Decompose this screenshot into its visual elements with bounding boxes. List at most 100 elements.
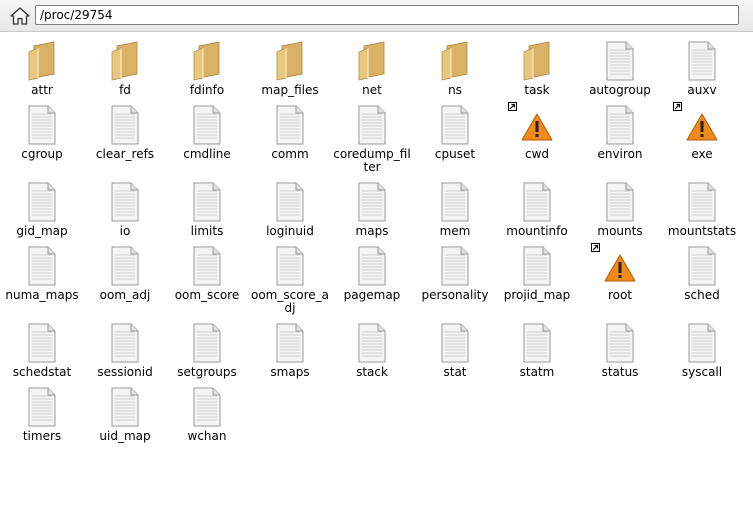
file-name-label: status xyxy=(601,365,639,379)
file-item-exe[interactable]: exe xyxy=(661,96,743,166)
location-path-input[interactable] xyxy=(35,5,739,25)
file-icon xyxy=(274,104,306,146)
file-item-schedstat[interactable]: schedstat xyxy=(1,314,83,384)
file-name-label: pagemap xyxy=(343,288,401,302)
file-item-io[interactable]: io xyxy=(84,173,166,243)
file-item-statm[interactable]: statm xyxy=(496,314,578,384)
folder-item-task[interactable]: task xyxy=(496,32,578,102)
file-item-root[interactable]: root xyxy=(579,237,661,307)
file-icon xyxy=(686,181,718,223)
folder-icon xyxy=(439,40,471,82)
file-item-cwd[interactable]: cwd xyxy=(496,96,578,166)
file-item-numa-maps[interactable]: numa_maps xyxy=(1,237,83,307)
file-name-label: oom_adj xyxy=(99,288,151,302)
file-item-limits[interactable]: limits xyxy=(166,173,248,243)
file-icon xyxy=(356,181,388,223)
file-icon xyxy=(274,181,306,223)
file-item-personality[interactable]: personality xyxy=(414,237,496,307)
file-item-sessionid[interactable]: sessionid xyxy=(84,314,166,384)
file-name-label: sched xyxy=(684,288,720,302)
warning-icon xyxy=(604,245,636,287)
file-icon xyxy=(191,104,223,146)
folder-item-attr[interactable]: attr xyxy=(1,32,83,102)
file-name-label: cmdline xyxy=(183,147,231,161)
file-item-comm[interactable]: comm xyxy=(249,96,331,166)
file-name-label: exe xyxy=(691,147,713,161)
file-name-label: statm xyxy=(519,365,555,379)
file-item-status[interactable]: status xyxy=(579,314,661,384)
file-item-syscall[interactable]: syscall xyxy=(661,314,743,384)
file-icon xyxy=(604,104,636,146)
file-item-sched[interactable]: sched xyxy=(661,237,743,307)
file-icon xyxy=(191,181,223,223)
folder-icon xyxy=(521,40,553,82)
file-name-label: personality xyxy=(421,288,489,302)
file-item-timers[interactable]: timers xyxy=(1,378,83,448)
location-toolbar xyxy=(0,0,753,32)
file-item-wchan[interactable]: wchan xyxy=(166,378,248,448)
file-icon xyxy=(274,322,306,364)
file-item-smaps[interactable]: smaps xyxy=(249,314,331,384)
file-icon xyxy=(191,245,223,287)
file-icon xyxy=(686,40,718,82)
symlink-arrow-icon xyxy=(508,100,517,111)
file-item-oom-score[interactable]: oom_score xyxy=(166,237,248,307)
file-item-autogroup[interactable]: autogroup xyxy=(579,32,661,102)
file-icon xyxy=(604,181,636,223)
file-name-label: syscall xyxy=(681,365,723,379)
file-item-mem[interactable]: mem xyxy=(414,173,496,243)
file-item-environ[interactable]: environ xyxy=(579,96,661,166)
file-name-label: cpuset xyxy=(434,147,476,161)
file-icon xyxy=(439,322,471,364)
file-icon xyxy=(521,245,553,287)
file-name-label: stat xyxy=(443,365,467,379)
file-name-label: comm xyxy=(271,147,309,161)
file-item-mountstats[interactable]: mountstats xyxy=(661,173,743,243)
file-name-label: stack xyxy=(356,365,388,379)
file-item-auxv[interactable]: auxv xyxy=(661,32,743,102)
folder-item-net[interactable]: net xyxy=(331,32,413,102)
home-icon xyxy=(10,7,30,25)
file-item-stat[interactable]: stat xyxy=(414,314,496,384)
file-item-cmdline[interactable]: cmdline xyxy=(166,96,248,166)
file-icon xyxy=(109,245,141,287)
file-item-setgroups[interactable]: setgroups xyxy=(166,314,248,384)
file-item-cgroup[interactable]: cgroup xyxy=(1,96,83,166)
file-item-cpuset[interactable]: cpuset xyxy=(414,96,496,166)
file-name-label: numa_maps xyxy=(5,288,79,302)
file-icon xyxy=(26,322,58,364)
file-icon xyxy=(191,386,223,428)
file-item-uid-map[interactable]: uid_map xyxy=(84,378,166,448)
folder-item-fd[interactable]: fd xyxy=(84,32,166,102)
folder-icon xyxy=(274,40,306,82)
file-name-label: wchan xyxy=(187,429,227,443)
file-item-loginuid[interactable]: loginuid xyxy=(249,173,331,243)
file-item-pagemap[interactable]: pagemap xyxy=(331,237,413,307)
home-button[interactable] xyxy=(8,5,32,27)
file-name-label: clear_refs xyxy=(95,147,155,161)
file-item-clear-refs[interactable]: clear_refs xyxy=(84,96,166,166)
file-icon xyxy=(356,104,388,146)
file-item-coredump-filter[interactable]: coredump_filter xyxy=(331,96,413,174)
file-item-oom-adj[interactable]: oom_adj xyxy=(84,237,166,307)
file-name-label: projid_map xyxy=(503,288,571,302)
folder-icon xyxy=(191,40,223,82)
file-name-label: coredump_filter xyxy=(333,147,411,174)
file-icon xyxy=(686,245,718,287)
file-item-mounts[interactable]: mounts xyxy=(579,173,661,243)
file-name-label: cwd xyxy=(524,147,550,161)
file-icon xyxy=(439,104,471,146)
file-item-stack[interactable]: stack xyxy=(331,314,413,384)
file-item-projid-map[interactable]: projid_map xyxy=(496,237,578,307)
file-icon xyxy=(604,40,636,82)
file-name-label: uid_map xyxy=(99,429,151,443)
file-icon xyxy=(109,104,141,146)
folder-item-map-files[interactable]: map_files xyxy=(249,32,331,102)
file-item-maps[interactable]: maps xyxy=(331,173,413,243)
file-item-mountinfo[interactable]: mountinfo xyxy=(496,173,578,243)
file-icon xyxy=(191,322,223,364)
file-item-gid-map[interactable]: gid_map xyxy=(1,173,83,243)
folder-item-ns[interactable]: ns xyxy=(414,32,496,102)
file-item-oom-score-adj[interactable]: oom_score_adj xyxy=(249,237,331,315)
folder-item-fdinfo[interactable]: fdinfo xyxy=(166,32,248,102)
